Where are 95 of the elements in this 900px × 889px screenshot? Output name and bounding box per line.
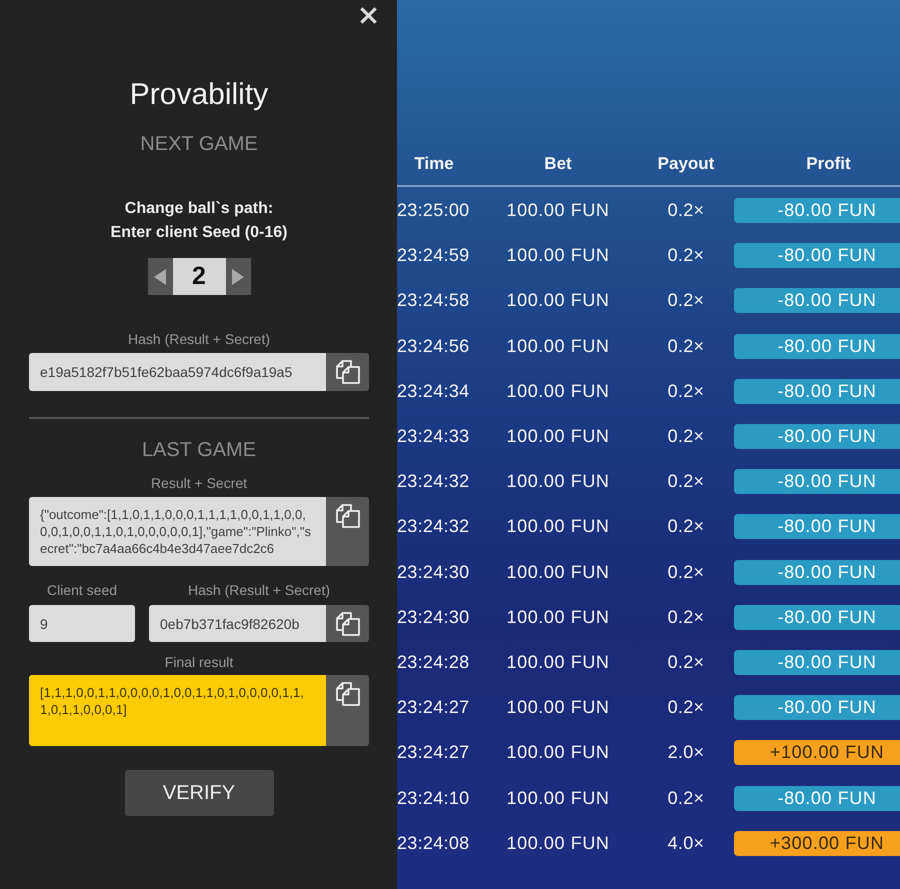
payout-cell: 0.2×: [668, 606, 704, 627]
seed-input[interactable]: 2: [172, 258, 226, 295]
payout-cell: 0.2×: [668, 290, 704, 310]
payout-cell: 0.2×: [668, 245, 704, 266]
payout-cell: 0.2×: [668, 200, 704, 220]
payout-cell: 0.2×: [668, 788, 704, 808]
time-cell: 23:24:28: [397, 652, 470, 672]
time-cell: 23:24:30: [397, 606, 470, 627]
payout-cell: 2.0×: [668, 742, 704, 762]
profit-badge: -80.00 FUN: [734, 469, 900, 494]
close-icon: [359, 6, 378, 25]
profit-badge: +100.00 FUN: [734, 740, 900, 766]
profit-badge: -80.00 FUN: [734, 695, 900, 720]
profit-badge: -80.00 FUN: [734, 786, 900, 811]
field-label: Hash (Result + Secret): [187, 581, 331, 599]
bet-cell: 100.00 FUN: [506, 606, 610, 627]
section-heading: NEXT GAME: [139, 132, 259, 156]
time-cell: 23:24:32: [397, 516, 470, 536]
profit-badge: +300.00 FUN: [734, 830, 900, 856]
copy-icon: [334, 359, 360, 385]
bet-cell: 100.00 FUN: [506, 788, 610, 808]
payout-cell: 0.2×: [668, 652, 704, 672]
payout-cell: 0.2×: [668, 516, 704, 536]
bet-cell: 100.00 FUN: [506, 562, 610, 582]
field-label: Client seed: [46, 581, 118, 599]
profit-badge: -80.00 FUN: [734, 198, 900, 224]
instruction-text: Enter client Seed (0-16): [110, 223, 288, 243]
profit-badge: -80.00 FUN: [734, 334, 900, 359]
section-heading: LAST GAME: [140, 438, 258, 462]
copy-button[interactable]: [326, 497, 369, 566]
field-label: Hash (Result + Secret): [127, 330, 271, 348]
time-cell: 23:24:27: [397, 742, 470, 762]
decrement-button[interactable]: [148, 258, 172, 295]
payout-cell: 0.2×: [668, 336, 704, 356]
time-cell: 23:24:33: [397, 426, 470, 446]
copy-button[interactable]: [326, 605, 369, 642]
bet-cell: 100.00 FUN: [506, 200, 610, 220]
profit-badge: -80.00 FUN: [734, 243, 900, 268]
bet-cell: 100.00 FUN: [506, 336, 610, 356]
time-cell: 23:24:58: [397, 290, 470, 310]
time-cell: 23:24:32: [397, 471, 470, 492]
bet-cell: 100.00 FUN: [506, 471, 610, 492]
profit-badge: -80.00 FUN: [734, 288, 900, 314]
bet-cell: 100.00 FUN: [506, 516, 610, 536]
bet-cell: 100.00 FUN: [506, 697, 610, 718]
payout-cell: 0.2×: [668, 471, 704, 492]
increment-button[interactable]: [226, 258, 250, 295]
time-cell: 23:25:00: [397, 200, 470, 220]
time-cell: 23:24:10: [397, 788, 470, 808]
payout-cell: 0.2×: [668, 380, 704, 401]
profit-badge: -80.00 FUN: [734, 424, 900, 450]
instruction-text: Change ball`s path:: [124, 199, 274, 219]
bet-cell: 100.00 FUN: [506, 290, 610, 310]
column-header: Payout: [656, 153, 716, 175]
time-cell: 23:24:30: [397, 562, 470, 582]
verify-button[interactable]: VERIFY: [124, 770, 274, 816]
field-label: Result + Secret: [150, 474, 248, 492]
copy-icon: [334, 681, 360, 707]
bet-cell: 100.00 FUN: [506, 426, 610, 446]
bet-cell: 100.00 FUN: [506, 380, 610, 401]
payout-cell: 0.2×: [668, 697, 704, 718]
triangle-right-icon: [232, 268, 244, 284]
payout-cell: 4.0×: [668, 832, 704, 853]
profit-badge: -80.00 FUN: [734, 560, 900, 585]
close-button[interactable]: [358, 5, 379, 26]
bet-cell: 100.00 FUN: [506, 652, 610, 672]
column-header: Time: [413, 153, 455, 175]
time-cell: 23:24:59: [397, 245, 470, 266]
client-seed-field[interactable]: 9: [29, 605, 135, 642]
panel-title: Provability: [128, 77, 270, 113]
column-header: Bet: [543, 153, 573, 175]
hash-field[interactable]: 0eb7b371fac9f82620b: [149, 605, 326, 642]
triangle-left-icon: [154, 268, 166, 284]
payout-cell: 0.2×: [668, 562, 704, 582]
time-cell: 23:24:34: [397, 380, 470, 401]
bet-cell: 100.00 FUN: [506, 742, 610, 762]
copy-icon: [334, 611, 360, 637]
profit-badge: -80.00 FUN: [734, 378, 900, 404]
bet-cell: 100.00 FUN: [506, 245, 610, 266]
copy-button[interactable]: [326, 353, 369, 391]
copy-icon: [334, 503, 360, 529]
hash-field[interactable]: e19a5182f7b51fe62baa5974dc6f9a19a5: [29, 353, 326, 391]
profit-badge: -80.00 FUN: [734, 514, 900, 540]
profit-badge: -80.00 FUN: [734, 650, 900, 675]
payout-cell: 0.2×: [668, 426, 704, 446]
bet-cell: 100.00 FUN: [506, 832, 610, 853]
final-result-field[interactable]: [1,1,1,0,0,1,1,0,0,0,0,1,0,0,1,1,0,1,0,0,0,0,1,1,1,0,1,1,0,0,0,1]: [29, 675, 326, 746]
time-cell: 23:24:08: [397, 832, 470, 853]
copy-button[interactable]: [326, 675, 369, 746]
time-cell: 23:24:56: [397, 336, 470, 356]
result-secret-field[interactable]: {"outcome":[1,1,0,1,1,0,0,0,1,1,1,1,0,0,1,1,0,0,0,0,1,0,0,1,1,0,1,0,0,0,0,0,1],"game":"Plinko","secret":"bc7a4aa66c4b4e3d47aee7dc2c6: [29, 497, 326, 566]
time-cell: 23:24:27: [397, 697, 470, 718]
column-header: Profit: [805, 153, 852, 175]
profit-badge: -80.00 FUN: [734, 604, 900, 630]
field-label: Final result: [164, 653, 234, 671]
